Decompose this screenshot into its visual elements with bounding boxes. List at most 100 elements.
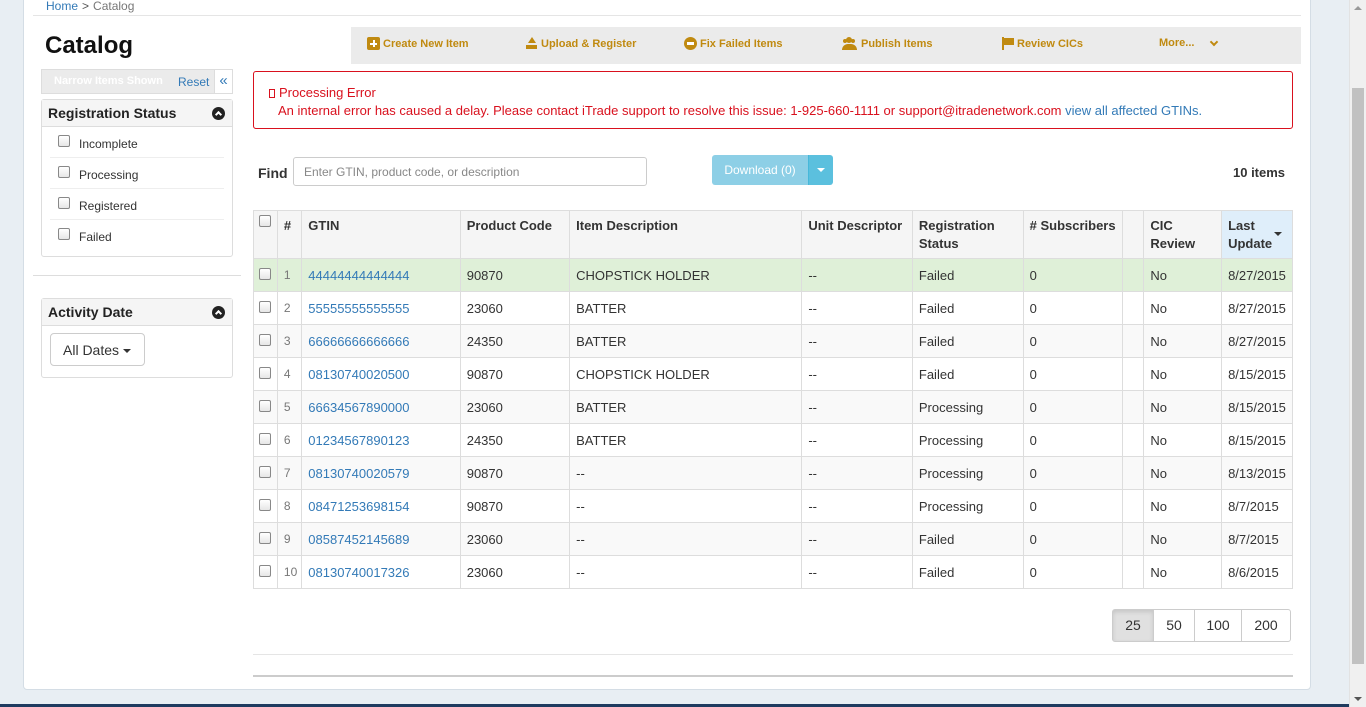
subscriber-count-cell: 0 [1022, 456, 1124, 490]
activity-date-panel: Activity Date All Dates [41, 298, 233, 378]
table-row[interactable]: 5 66634567890000 23060 BATTER -- Processing 0 N… [253, 390, 1293, 424]
table-row[interactable]: 6 01234567890123 24350 BATTER -- Processing 0 N… [253, 423, 1293, 457]
gtin-link-cell: 66666666666666 [301, 324, 461, 358]
create-new-item-button[interactable]: Create New Item [367, 37, 469, 50]
upload-register-button[interactable]: Upload & Register [525, 37, 636, 50]
reset-filters-link[interactable]: Reset [178, 75, 209, 89]
row-checkbox[interactable] [259, 564, 271, 577]
row-checkbox[interactable] [259, 300, 271, 313]
table-row[interactable]: 9 08587452145689 23060 -- -- Failed 0 No 8/7/201… [253, 522, 1293, 556]
filter-option-registered[interactable]: Registered [50, 189, 224, 220]
gtin-link[interactable]: 44444444444444 [308, 268, 409, 283]
row-select-cell [253, 291, 278, 325]
error-title-text: Processing Error [279, 85, 376, 100]
col-header-unit-descriptor[interactable]: Unit Descriptor [801, 210, 913, 259]
download-button[interactable]: Download (0) [712, 155, 808, 185]
view-affected-gtins-link[interactable]: view all affected GTINs. [1065, 103, 1202, 118]
cic-review-cell: No [1143, 291, 1223, 325]
scrollbar-thumb[interactable] [1352, 88, 1364, 664]
processing-checkbox[interactable] [58, 166, 70, 178]
unit-descriptor-cell: -- [801, 357, 913, 391]
col-header-item-description[interactable]: Item Description [569, 210, 803, 259]
download-dropdown-toggle[interactable] [808, 155, 833, 185]
review-cics-button[interactable]: Review CICs [1001, 37, 1083, 50]
unit-descriptor-cell: -- [801, 291, 913, 325]
table-row[interactable]: 3 66666666666666 24350 BATTER -- Failed 0 No 8/2… [253, 324, 1293, 358]
page-size-200[interactable]: 200 [1241, 609, 1291, 642]
gtin-link[interactable]: 08130740020579 [308, 466, 409, 481]
table-row[interactable]: 8 08471253698154 90870 -- -- Processing 0 No 8/7… [253, 489, 1293, 523]
row-checkbox[interactable] [259, 333, 271, 346]
last-update-cell: 8/27/2015 [1221, 291, 1293, 325]
failed-checkbox[interactable] [58, 228, 70, 240]
vertical-scrollbar[interactable] [1349, 0, 1366, 707]
filter-option-processing[interactable]: Processing [50, 158, 224, 189]
gtin-link[interactable]: 08130740020500 [308, 367, 409, 382]
unit-descriptor-cell: -- [801, 522, 913, 556]
row-checkbox[interactable] [259, 432, 271, 445]
table-row[interactable]: 7 08130740020579 90870 -- -- Processing 0 No 8/1… [253, 456, 1293, 490]
table-row[interactable]: 1 44444444444444 90870 CHOPSTICK HOLDER -- Fa… [253, 258, 1293, 292]
scroll-down-arrow-icon[interactable] [1354, 697, 1362, 701]
col-header-number[interactable]: # [276, 210, 303, 259]
col-header-gtin[interactable]: GTIN [301, 210, 461, 259]
gtin-link[interactable]: 66634567890000 [308, 400, 409, 415]
search-input[interactable] [293, 157, 647, 186]
page-size-50[interactable]: 50 [1153, 609, 1195, 642]
row-select-cell [253, 522, 278, 556]
gtin-link[interactable]: 55555555555555 [308, 301, 409, 316]
failed-label: Failed [79, 230, 112, 244]
row-checkbox[interactable] [259, 498, 271, 511]
breadcrumb-home-link[interactable]: Home [46, 0, 78, 13]
gtin-link[interactable]: 01234567890123 [308, 433, 409, 448]
processing-label: Processing [79, 168, 139, 182]
subscriber-count-cell: 0 [1022, 489, 1124, 523]
narrow-items-bar: Narrow Items Shown Reset « [41, 69, 233, 94]
last-update-cell: 8/27/2015 [1221, 258, 1293, 292]
error-message: An internal error has caused a delay. Pl… [278, 103, 1202, 118]
activity-date-dropdown[interactable]: All Dates [50, 333, 145, 366]
blank-cell-cell [1122, 555, 1145, 589]
row-checkbox[interactable] [259, 531, 271, 544]
last-update-cell: 8/7/2015 [1221, 489, 1293, 523]
more-menu-button[interactable]: More... [1159, 37, 1219, 49]
row-checkbox[interactable] [259, 267, 271, 280]
page-size-100[interactable]: 100 [1194, 609, 1242, 642]
fix-failed-items-button[interactable]: Fix Failed Items [684, 37, 783, 50]
gtin-link[interactable]: 08130740017326 [308, 565, 409, 580]
registered-checkbox[interactable] [58, 197, 70, 209]
publish-items-button[interactable]: Publish Items [842, 37, 933, 50]
incomplete-checkbox[interactable] [58, 135, 70, 147]
filter-option-failed[interactable]: Failed [50, 220, 224, 251]
chevron-up-icon[interactable] [212, 107, 225, 120]
col-header-last-update[interactable]: Last Update [1221, 210, 1293, 259]
publish-items-label: Publish Items [861, 37, 933, 50]
gtin-link[interactable]: 08471253698154 [308, 499, 409, 514]
col-header-subscribers[interactable]: # Subscribers [1022, 210, 1124, 259]
narrow-items-label: Narrow Items Shown [54, 75, 163, 87]
row-checkbox[interactable] [259, 399, 271, 412]
chevron-up-icon[interactable] [212, 306, 225, 319]
scroll-up-arrow-icon[interactable] [1354, 6, 1362, 10]
col-header-cic-review[interactable]: CIC Review [1143, 210, 1223, 259]
select-all-checkbox[interactable] [259, 215, 271, 227]
registration-status-cell: Failed [911, 555, 1024, 589]
table-row[interactable]: 4 08130740020500 90870 CHOPSTICK HOLDER -- Fa… [253, 357, 1293, 391]
activity-date-title: Activity Date [48, 304, 133, 320]
row-checkbox[interactable] [259, 465, 271, 478]
item-description-cell: CHOPSTICK HOLDER [569, 357, 803, 391]
table-row[interactable]: 10 08130740017326 23060 -- -- Failed 0 No 8/6/20… [253, 555, 1293, 589]
last-update-cell: 8/15/2015 [1221, 390, 1293, 424]
row-select-cell [253, 489, 278, 523]
gtin-link[interactable]: 08587452145689 [308, 532, 409, 547]
collapse-sidebar-icon[interactable]: « [214, 70, 232, 93]
upload-icon [525, 37, 538, 50]
table-row[interactable]: 2 55555555555555 23060 BATTER -- Failed 0 No 8/2… [253, 291, 1293, 325]
caret-down-icon [123, 349, 132, 354]
page-size-25[interactable]: 25 [1112, 609, 1154, 642]
col-header-product-code[interactable]: Product Code [459, 210, 571, 259]
row-checkbox[interactable] [259, 366, 271, 379]
col-header-registration-status[interactable]: Registration Status [911, 210, 1024, 259]
filter-option-incomplete[interactable]: Incomplete [50, 127, 224, 158]
gtin-link[interactable]: 66666666666666 [308, 334, 409, 349]
